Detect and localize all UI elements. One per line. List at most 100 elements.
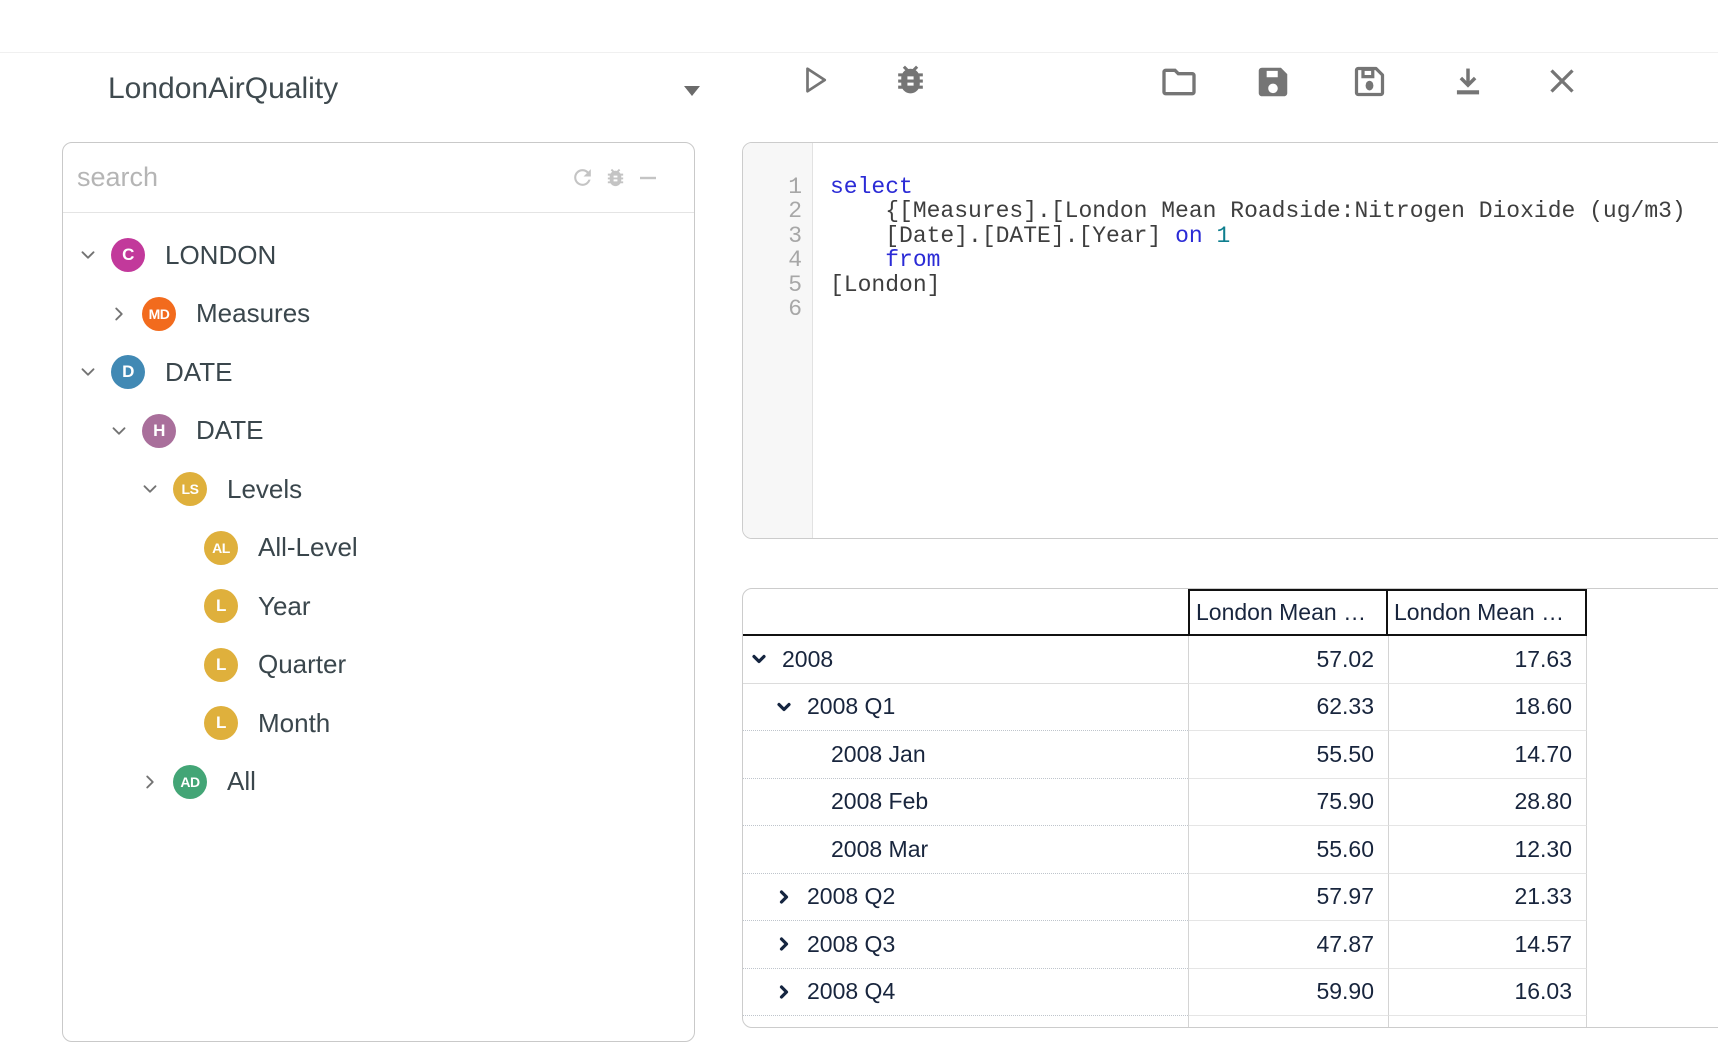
tree-item-label: DATE	[165, 357, 232, 388]
tree-item-date[interactable]: D DATE	[63, 343, 694, 402]
save-button[interactable]	[1254, 63, 1292, 101]
header-divider	[0, 52, 1718, 53]
code-line: [London]	[830, 273, 1718, 297]
code-line: {[Measures].[London Mean Roadside:Nitrog…	[830, 199, 1718, 223]
title-dropdown-icon[interactable]	[682, 84, 702, 102]
tree-item-badge: AD	[173, 765, 207, 799]
tree-item-label: Month	[258, 708, 330, 739]
expand-collapse-icon[interactable]	[775, 935, 793, 953]
tree-item-badge: L	[204, 589, 238, 623]
refresh-icon[interactable]	[570, 165, 595, 190]
expand-collapse-icon[interactable]	[775, 698, 793, 716]
search-bar	[63, 143, 694, 213]
document-title[interactable]: LondonAirQuality	[108, 72, 338, 106]
tree-item-badge: AL	[204, 531, 238, 565]
table-row-2008-mar: 2008 Mar 55.60 12.30	[743, 826, 1718, 874]
table-row-partial	[743, 1016, 1718, 1028]
line-number: 3	[743, 224, 812, 248]
member-cell[interactable]: 2008 Q2	[743, 874, 1188, 922]
search-input[interactable]	[63, 162, 570, 193]
value-cell: 55.60	[1188, 826, 1388, 874]
member-label: 2008 Q1	[807, 693, 895, 720]
value-cell: 12.30	[1388, 826, 1587, 874]
line-number: 1	[743, 175, 812, 199]
tree-item-label: Quarter	[258, 649, 346, 680]
bug-icon	[892, 61, 929, 98]
expand-collapse-icon[interactable]	[775, 888, 793, 906]
tree-item-label: Measures	[196, 298, 310, 329]
member-cell[interactable]: 2008	[743, 636, 1188, 684]
table-row-2008-jan: 2008 Jan 55.50 14.70	[743, 731, 1718, 779]
tree-item-month[interactable]: L Month	[63, 694, 694, 753]
run-button[interactable]	[797, 62, 833, 98]
tree-item-label: DATE	[196, 415, 263, 446]
download-button[interactable]	[1449, 63, 1487, 101]
chevron-down-icon[interactable]	[139, 478, 161, 500]
download-icon	[1449, 63, 1487, 101]
save-as-button[interactable]	[1350, 62, 1389, 101]
tree-item-label: Levels	[227, 474, 302, 505]
member-cell: 2008 Mar	[743, 826, 1188, 874]
tree-item-all-level[interactable]: AL All-Level	[63, 519, 694, 578]
table-row-2008-feb: 2008 Feb 75.90 28.80	[743, 779, 1718, 827]
schema-sidebar: C LONDON MD Measures D DATE H DATE LS Le…	[62, 142, 695, 1042]
value-cell: 55.50	[1188, 731, 1388, 779]
tree-item-badge: H	[142, 414, 176, 448]
value-cell: 17.63	[1388, 636, 1587, 684]
debug-filter-icon[interactable]	[604, 166, 627, 189]
table-row-2008-q4: 2008 Q4 59.90 16.03	[743, 969, 1718, 1017]
line-number: 2	[743, 199, 812, 223]
member-label: 2008 Mar	[831, 836, 928, 863]
member-cell[interactable]: 2008 Q3	[743, 921, 1188, 969]
editor-code-area[interactable]: select {[Measures].[London Mean Roadside…	[814, 143, 1718, 538]
table-row-2008-q1: 2008 Q1 62.33 18.60	[743, 684, 1718, 732]
table-header-measure-1: London Mean …	[1188, 589, 1388, 636]
value-cell: 18.60	[1388, 684, 1587, 732]
table-header-measure-2: London Mean …	[1388, 589, 1587, 636]
chevron-down-icon[interactable]	[77, 361, 99, 383]
tree-item-label: All-Level	[258, 532, 358, 563]
value-cell: 75.90	[1188, 779, 1388, 827]
table-row-2008-q3: 2008 Q3 47.87 14.57	[743, 921, 1718, 969]
tree-item-badge: C	[111, 238, 145, 272]
value-cell: 62.33	[1188, 684, 1388, 732]
tree-item-badge: MD	[142, 297, 176, 331]
tree-item-quarter[interactable]: L Quarter	[63, 636, 694, 695]
tree-item-year[interactable]: L Year	[63, 577, 694, 636]
value-cell: 47.87	[1188, 921, 1388, 969]
tree-item-badge: D	[111, 355, 145, 389]
member-label: 2008 Q3	[807, 931, 895, 958]
value-cell: 14.57	[1388, 921, 1587, 969]
expand-collapse-icon[interactable]	[775, 983, 793, 1001]
save-as-icon	[1350, 62, 1389, 101]
tree-item-measures[interactable]: MD Measures	[63, 285, 694, 344]
member-cell[interactable]: 2008 Q4	[743, 969, 1188, 1017]
tree-item-all[interactable]: AD All	[63, 753, 694, 812]
tree-item-levels[interactable]: LS Levels	[63, 460, 694, 519]
close-icon	[1544, 63, 1580, 99]
tree-item-london[interactable]: C LONDON	[63, 226, 694, 285]
table-row-2008-q2: 2008 Q2 57.97 21.33	[743, 874, 1718, 922]
value-cell: 28.80	[1388, 779, 1587, 827]
expand-collapse-icon[interactable]	[750, 650, 768, 668]
chevron-right-icon[interactable]	[108, 303, 130, 325]
line-number: 4	[743, 248, 812, 272]
chevron-down-icon[interactable]	[108, 420, 130, 442]
member-cell[interactable]: 2008 Q1	[743, 684, 1188, 732]
member-label: 2008	[782, 646, 833, 673]
mdx-editor-panel[interactable]: 123456 select {[Measures].[London Mean R…	[742, 142, 1718, 539]
line-number: 5	[743, 273, 812, 297]
close-button[interactable]	[1544, 63, 1580, 99]
member-cell: 2008 Jan	[743, 731, 1188, 779]
tree-item-label: All	[227, 766, 256, 797]
tree-item-date[interactable]: H DATE	[63, 402, 694, 461]
collapse-all-icon[interactable]	[636, 166, 660, 190]
open-file-button[interactable]	[1159, 62, 1199, 102]
table-header-row: London Mean … London Mean …	[743, 589, 1718, 636]
chevron-right-icon[interactable]	[139, 771, 161, 793]
table-header-corner	[743, 589, 1188, 636]
debug-button[interactable]	[892, 61, 929, 98]
member-label: 2008 Jan	[831, 741, 926, 768]
value-cell: 59.90	[1188, 969, 1388, 1017]
chevron-down-icon[interactable]	[77, 244, 99, 266]
